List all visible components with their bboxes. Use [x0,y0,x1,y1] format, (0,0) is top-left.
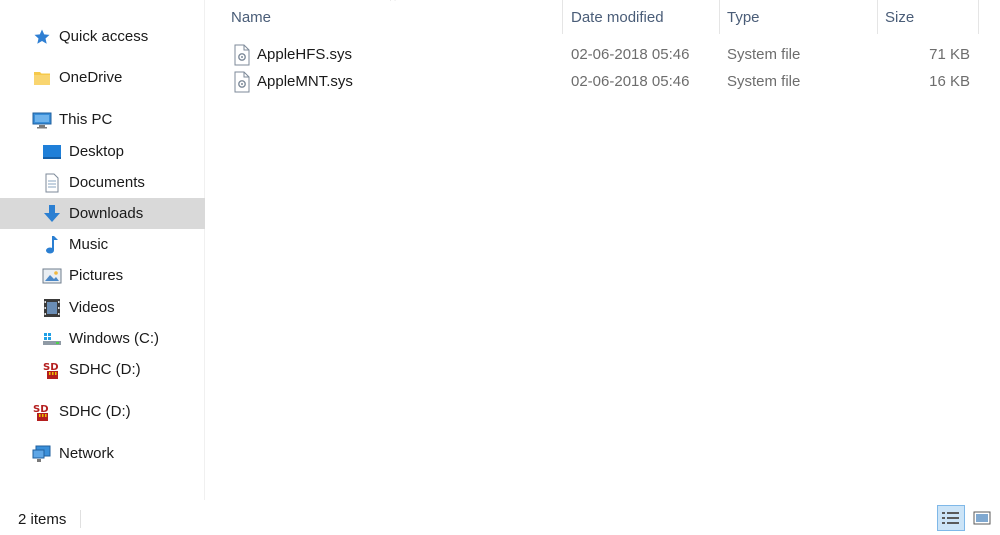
nav-label-quick-access: Quick access [59,28,149,45]
nav-label-this-pc: This PC [59,111,113,128]
nav-item-pictures[interactable]: Pictures [0,260,205,291]
file-type: System file [727,46,801,63]
nav-label-pictures: Pictures [69,267,124,284]
nav-item-network[interactable]: Network [0,438,205,469]
column-header-type-label: Type [727,8,760,26]
computer-icon [32,110,52,130]
nav-label-downloads: Downloads [69,205,144,222]
status-bar: 2 items [0,500,1000,535]
drive-icon [42,329,62,349]
picture-icon [42,266,62,286]
nav-label-windows-c: Windows (C:) [69,330,160,347]
column-divider[interactable] [877,0,878,34]
file-name: AppleMNT.sys [257,73,353,90]
star-icon [32,27,52,47]
file-row[interactable]: AppleMNT.sys 02-06-2018 05:46 System fil… [233,68,993,95]
sd-card-icon: SD [32,402,52,422]
system-file-icon [234,44,250,65]
system-file-icon [234,71,250,92]
nav-item-this-pc[interactable]: This PC [0,104,205,135]
column-header-type[interactable]: Type [727,0,877,34]
item-count: 2 items [18,511,67,528]
nav-item-documents[interactable]: Documents [0,167,205,198]
nav-item-windows-c[interactable]: Windows (C:) [0,323,205,354]
nav-label-sdhc-d: SDHC (D:) [59,403,131,420]
nav-label-desktop: Desktop [69,143,125,160]
column-header-size[interactable]: Size [885,0,977,34]
nav-item-desktop[interactable]: Desktop [0,136,205,167]
nav-label-network: Network [59,445,115,462]
file-name-cell: AppleMNT.sys [233,68,353,95]
download-arrow-icon [42,204,62,224]
nav-label-onedrive: OneDrive [59,69,123,86]
column-divider[interactable] [562,0,563,34]
file-name-cell: AppleHFS.sys [233,41,352,68]
column-header-name[interactable]: Name [231,0,561,34]
nav-item-videos[interactable]: Videos [0,292,205,323]
file-size: 71 KB [929,46,970,63]
status-divider [80,510,81,528]
document-icon [42,173,62,193]
column-divider[interactable] [719,0,720,34]
music-note-icon [42,235,62,255]
nav-label-music: Music [69,236,109,253]
file-date: 02-06-2018 05:46 [571,46,690,63]
nav-item-music[interactable]: Music [0,229,205,260]
column-header-date-modified[interactable]: Date modified [571,0,719,34]
file-name: AppleHFS.sys [257,46,353,63]
nav-item-sdhc-d-sub[interactable]: SD SDHC (D:) [0,354,205,385]
large-icons-view-icon [973,511,991,525]
navigation-pane: Quick access OneDrive This PC Desktop Do… [0,0,205,500]
nav-item-downloads[interactable]: Downloads [0,198,205,229]
nav-label-documents: Documents [69,174,145,191]
file-list-pane: ⌃ Name Date modified Type Size AppleHFS.… [215,0,1000,500]
nav-label-videos: Videos [69,299,115,316]
desktop-icon [42,142,62,162]
file-row[interactable]: AppleHFS.sys 02-06-2018 05:46 System fil… [233,41,993,68]
file-type: System file [727,73,801,90]
nav-item-sdhc-d[interactable]: SD SDHC (D:) [0,396,205,427]
nav-label-sdhc-d-sub: SDHC (D:) [69,361,141,378]
column-header-name-label: Name [231,8,272,26]
nav-item-quick-access[interactable]: Quick access [0,21,205,52]
network-icon [32,444,52,464]
sd-card-icon: SD [42,360,62,380]
nav-item-onedrive[interactable]: OneDrive [0,62,205,93]
details-view-icon [942,512,959,524]
column-header-date-label: Date modified [571,8,664,26]
large-icons-view-button[interactable] [968,505,996,531]
file-size: 16 KB [929,73,970,90]
column-divider[interactable] [978,0,979,34]
column-header-size-label: Size [885,8,915,26]
folder-icon [32,68,52,88]
details-view-button[interactable] [937,505,965,531]
film-icon [42,298,62,318]
file-date: 02-06-2018 05:46 [571,73,690,90]
